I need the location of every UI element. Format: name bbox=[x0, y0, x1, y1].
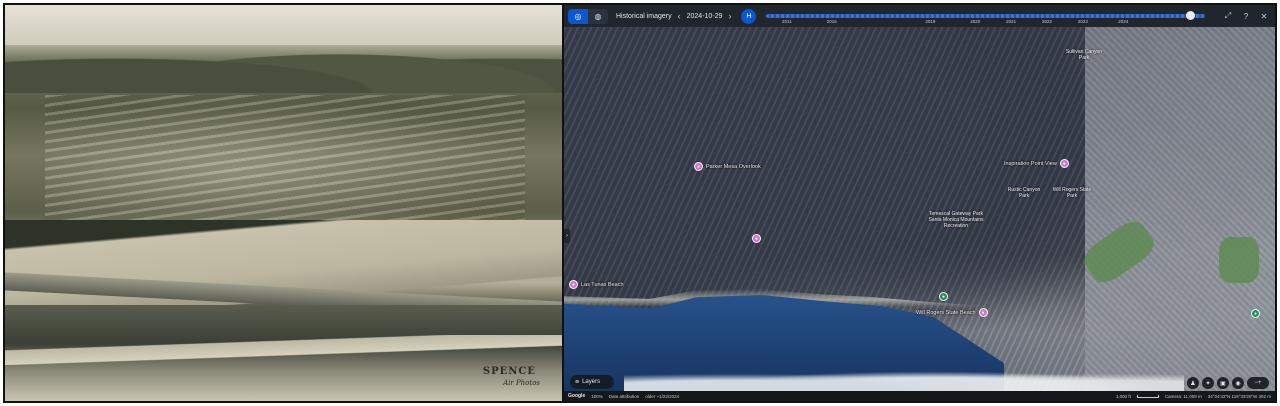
park-icon: ● bbox=[939, 292, 948, 301]
poi-will-rogers-state-beach[interactable]: ● Will Rogers State Beach bbox=[916, 308, 988, 317]
map-toolbar: ◎ ◍ Historical imagery ‹ 2024-10-29 › H … bbox=[564, 5, 1275, 27]
historical-imagery-title: Historical imagery bbox=[616, 12, 672, 20]
collapse-icon[interactable]: ⤢ bbox=[1221, 9, 1235, 23]
close-icon[interactable]: ✕ bbox=[1257, 9, 1271, 23]
timeline-year: 2016 bbox=[826, 19, 837, 24]
poi-label: Inspiration Point View bbox=[1004, 160, 1057, 167]
imagery-timeline[interactable]: 2011 2016 2019 2020 2021 2022 2023 2024 bbox=[764, 5, 1213, 27]
place-will-rogers-state-park[interactable]: Will Rogers State Park bbox=[1052, 187, 1092, 199]
timeline-track[interactable] bbox=[766, 14, 1205, 18]
urban-grid-area bbox=[1085, 27, 1275, 401]
timeline-year: 2011 bbox=[782, 19, 792, 24]
screenshot-frame: SPENCE Air Photos ◎ ◍ Historical imagery… bbox=[3, 3, 1277, 403]
photo-mountain-ridge bbox=[5, 33, 562, 93]
zoom-icon[interactable]: −+ bbox=[1247, 377, 1269, 389]
photo-beach bbox=[5, 335, 562, 365]
location-icon[interactable]: ◉ bbox=[1232, 377, 1244, 389]
poi-marker[interactable]: ● bbox=[752, 234, 761, 243]
timeline-year: 2019 bbox=[925, 19, 936, 24]
next-date-button[interactable]: › bbox=[726, 11, 733, 21]
place-sullivan-canyon-park[interactable]: Sullivan Canyon Park bbox=[1064, 49, 1104, 61]
cursor-coordinates: 34°04'42"N 118°33'20"W 302 m bbox=[1207, 393, 1271, 399]
place-rustic-canyon-park[interactable]: Rustic Canyon Park bbox=[1004, 187, 1044, 199]
timeline-year: 2020 bbox=[970, 19, 981, 24]
side-panel-toggle[interactable]: › bbox=[564, 229, 570, 243]
camera-altitude: Camera: 11,009 m bbox=[1164, 393, 1202, 399]
timeline-year: 2023 bbox=[1077, 19, 1088, 24]
park-green-area bbox=[1219, 237, 1259, 283]
timeline-handle[interactable] bbox=[1186, 11, 1195, 20]
data-attribution-link[interactable]: Data attribution bbox=[609, 394, 640, 399]
poi-las-tunas-beach[interactable]: ● Las Tunas Beach bbox=[569, 280, 624, 289]
photo-watermark-title: SPENCE bbox=[482, 366, 536, 377]
poi-marker[interactable]: ● bbox=[939, 292, 948, 301]
satellite-imagery[interactable]: ● Parker Mesa Overlook ● Inspiration Poi… bbox=[564, 27, 1275, 401]
timeline-year: 2022 bbox=[1042, 19, 1053, 24]
imagery-date: 2024-10-29 bbox=[686, 12, 723, 20]
map-status-bar: Google 100% Data attribution older ~1/22… bbox=[564, 391, 1275, 401]
camera-icon[interactable]: ▣ bbox=[1217, 377, 1229, 389]
timeline-play-button[interactable]: H bbox=[741, 8, 757, 24]
poi-parker-mesa-overlook[interactable]: ● Parker Mesa Overlook bbox=[694, 162, 761, 171]
historical-aerial-photo: SPENCE Air Photos bbox=[5, 5, 562, 401]
place-santa-monica-mountains-recreation[interactable]: Santa Monica Mountains Recreation bbox=[916, 217, 996, 229]
viewpoint-icon: ● bbox=[752, 234, 761, 243]
beach-icon: ● bbox=[978, 308, 988, 317]
view-mode-toggle: ◎ ◍ bbox=[568, 8, 608, 24]
layers-label: Layers bbox=[582, 379, 601, 385]
layers-button[interactable]: ≡ Layers bbox=[570, 375, 614, 389]
satellite-icon[interactable]: ◎ bbox=[568, 8, 588, 24]
previous-date-button[interactable]: ‹ bbox=[676, 11, 683, 21]
compass-icon[interactable]: ✦ bbox=[1202, 377, 1214, 389]
photo-watermark-subtitle: Air Photos bbox=[503, 379, 540, 387]
zoom-level: 100% bbox=[591, 393, 603, 399]
scale-label: 1,000 ft bbox=[1115, 393, 1131, 399]
poi-label: Las Tunas Beach bbox=[581, 281, 624, 288]
layers-icon: ≡ bbox=[575, 378, 580, 386]
poi-marker[interactable]: ● bbox=[1251, 309, 1260, 318]
poi-label: Will Rogers State Beach bbox=[916, 309, 976, 316]
park-icon: ● bbox=[1251, 309, 1260, 318]
poi-label: Parker Mesa Overlook bbox=[706, 163, 761, 170]
map-controls: ♟ ✦ ▣ ◉ −+ bbox=[1187, 377, 1269, 389]
map-application: ◎ ◍ Historical imagery ‹ 2024-10-29 › H … bbox=[564, 5, 1275, 401]
scale-bar bbox=[1136, 394, 1159, 398]
google-logo: Google bbox=[568, 393, 586, 399]
timeline-year: 2021 bbox=[1006, 19, 1017, 24]
person-icon[interactable]: ♟ bbox=[1187, 377, 1199, 389]
imagery-date-status: older ~1/22/2024 bbox=[645, 393, 680, 399]
globe-icon[interactable]: ◍ bbox=[588, 8, 608, 24]
viewpoint-icon: ● bbox=[1059, 159, 1069, 168]
timeline-year: 2024 bbox=[1118, 19, 1129, 24]
beach-icon: ● bbox=[569, 280, 578, 289]
viewpoint-icon: ● bbox=[694, 162, 703, 171]
poi-inspiration-point-view[interactable]: ● Inspiration Point View bbox=[1004, 159, 1069, 168]
help-icon[interactable]: ? bbox=[1239, 9, 1253, 23]
